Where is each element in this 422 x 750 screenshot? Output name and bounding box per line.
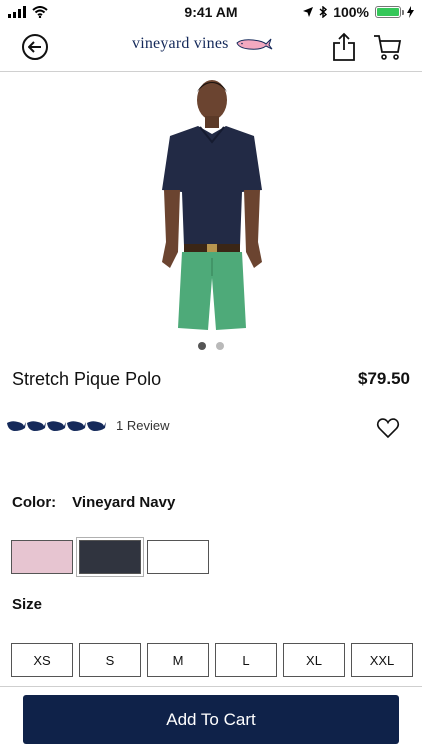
nav-bar: vineyard vines — [0, 24, 422, 72]
size-xs-button[interactable]: XS — [11, 643, 73, 677]
product-price: $79.50 — [358, 369, 410, 388]
add-to-cart-button[interactable]: Add To Cart — [23, 695, 399, 744]
rating-whales — [6, 420, 106, 432]
whale-star-icon — [87, 420, 106, 431]
size-l-button[interactable]: L — [215, 643, 277, 677]
brand-logo[interactable]: vineyard vines — [132, 35, 273, 53]
arrow-left-icon — [28, 41, 41, 53]
whale-star-icon — [47, 420, 66, 431]
brand-name: vineyard vines — [132, 35, 229, 52]
whale-star-icon — [27, 420, 46, 431]
color-selected: Vineyard Navy — [72, 494, 176, 511]
pagination-dot-active[interactable] — [198, 342, 206, 350]
back-button[interactable] — [22, 34, 48, 60]
color-label: Color: — [12, 494, 57, 511]
image-pagination — [0, 342, 422, 352]
product-title: Stretch Pique Polo — [12, 369, 162, 389]
color-row: Color: Vineyard Navy — [12, 494, 175, 511]
rating-row[interactable]: 1 Review — [6, 418, 169, 433]
swatch-white[interactable] — [147, 540, 209, 574]
review-count[interactable]: 1 Review — [116, 418, 169, 433]
cart-icon[interactable] — [372, 32, 402, 62]
whale-logo-icon — [235, 38, 272, 50]
size-xl-button[interactable]: XL — [283, 643, 345, 677]
size-m-button[interactable]: M — [147, 643, 209, 677]
swatch-navy[interactable] — [76, 537, 144, 577]
size-label: Size — [12, 596, 43, 613]
color-swatches — [11, 537, 209, 577]
swatch-pink[interactable] — [11, 540, 73, 574]
status-time: 9:41 AM — [184, 4, 238, 20]
heart-icon[interactable] — [376, 416, 400, 440]
share-icon[interactable] — [332, 32, 356, 62]
size-s-button[interactable]: S — [79, 643, 141, 677]
pagination-dot[interactable] — [216, 342, 224, 350]
product-image[interactable] — [0, 72, 422, 340]
whale-star-icon — [67, 420, 86, 431]
footer-divider — [0, 686, 422, 687]
whale-star-icon — [7, 420, 26, 431]
battery-icon — [375, 6, 404, 18]
size-xxl-button[interactable]: XXL — [351, 643, 413, 677]
status-bar: 9:41 AM 100% — [0, 0, 422, 24]
size-options: XS S M L XL XXL — [11, 643, 413, 677]
